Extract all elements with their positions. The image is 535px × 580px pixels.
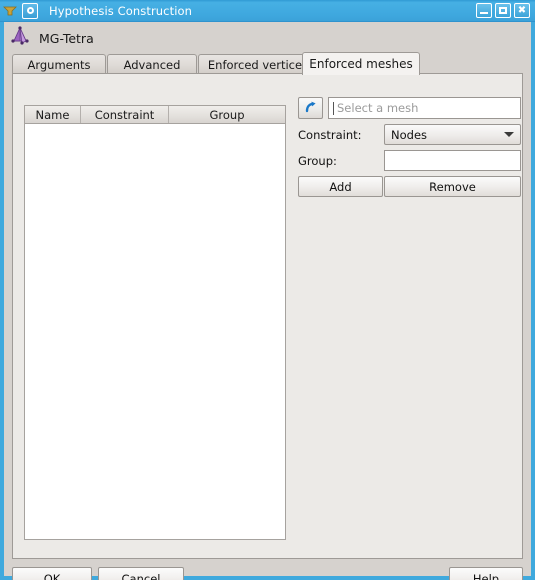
- tab-bar: Arguments Advanced Enforced vertices Enf…: [12, 52, 523, 75]
- ok-label-rest: K: [52, 571, 61, 580]
- add-button[interactable]: Add: [298, 176, 383, 197]
- column-header-name[interactable]: Name: [25, 106, 81, 123]
- text-caret: [333, 101, 334, 115]
- tab-enforced-vertices[interactable]: Enforced vertices: [198, 54, 318, 74]
- cancel-button[interactable]: Cancel: [98, 567, 184, 580]
- dialog-button-bar: OK Cancel Help: [4, 563, 531, 580]
- tab-enforced-meshes[interactable]: Enforced meshes: [302, 52, 420, 75]
- window-icon: [22, 2, 38, 19]
- maximize-button[interactable]: [495, 3, 511, 18]
- cancel-label-rest: ancel: [129, 571, 161, 580]
- enforced-meshes-table[interactable]: Name Constraint Group: [24, 105, 286, 540]
- tab-advanced[interactable]: Advanced: [107, 54, 197, 74]
- window-titlebar[interactable]: Hypothesis Construction ✖: [0, 0, 535, 22]
- constraint-value: Nodes: [391, 127, 428, 142]
- tab-enforced-vertices-label: Enforced vertices: [207, 57, 309, 72]
- help-mnemonic: H: [472, 571, 482, 580]
- minimize-button[interactable]: [476, 3, 492, 18]
- window-icon-dot: [26, 7, 34, 14]
- group-input[interactable]: [384, 150, 521, 171]
- maximize-icon: [499, 7, 507, 14]
- constraint-label: Constraint:: [298, 127, 362, 142]
- ok-mnemonic: O: [43, 571, 53, 580]
- close-button[interactable]: ✖: [514, 3, 530, 18]
- ok-button[interactable]: OK: [12, 567, 92, 580]
- select-mesh-button[interactable]: [298, 97, 323, 119]
- tetrahedron-icon: [10, 26, 30, 50]
- window-title: Hypothesis Construction: [49, 3, 193, 18]
- close-icon: ✖: [517, 4, 527, 16]
- remove-button[interactable]: Remove: [384, 176, 521, 197]
- chevron-down-icon: [498, 132, 520, 137]
- mesh-name-input[interactable]: Select a mesh: [328, 97, 521, 119]
- hypothesis-name: MG-Tetra: [39, 30, 94, 46]
- tab-arguments-label: Arguments: [27, 57, 91, 72]
- window-menu-icon[interactable]: [0, 0, 20, 22]
- column-header-group[interactable]: Group: [169, 106, 285, 123]
- minimize-icon: [480, 12, 488, 14]
- enforced-meshes-panel: Name Constraint Group Select a mesh Cons…: [12, 73, 523, 559]
- tab-enforced-meshes-label: Enforced meshes: [309, 57, 413, 71]
- table-header-row: Name Constraint Group: [25, 106, 285, 124]
- table-body[interactable]: [25, 124, 285, 539]
- constraint-select[interactable]: Nodes: [384, 124, 521, 145]
- cancel-mnemonic: C: [121, 571, 130, 580]
- column-header-constraint[interactable]: Constraint: [81, 106, 169, 123]
- tab-arguments[interactable]: Arguments: [12, 54, 106, 74]
- select-arrow-icon: [303, 99, 318, 118]
- hypothesis-header: MG-Tetra: [10, 25, 94, 51]
- group-label: Group:: [298, 153, 337, 168]
- mesh-name-placeholder: Select a mesh: [337, 101, 419, 115]
- dialog-client-area: MG-Tetra Arguments Advanced Enforced ver…: [4, 22, 531, 580]
- help-button[interactable]: Help: [449, 567, 523, 580]
- help-label-rest: elp: [481, 571, 500, 580]
- hypothesis-construction-window: Hypothesis Construction ✖ MG-Tetra Argum…: [0, 0, 535, 580]
- window-controls: ✖: [476, 3, 530, 18]
- tab-advanced-label: Advanced: [123, 57, 181, 72]
